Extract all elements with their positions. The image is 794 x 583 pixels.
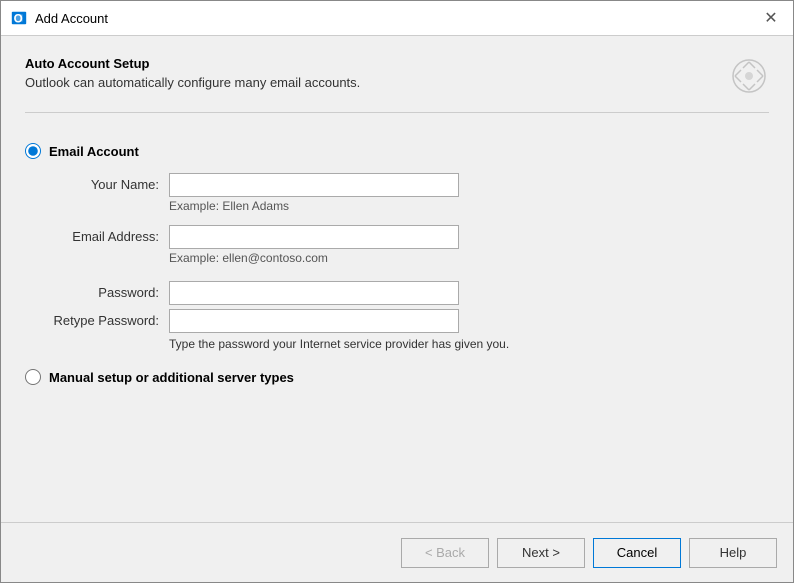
password-note: Type the password your Internet service … (169, 337, 769, 351)
your-name-input[interactable] (169, 173, 459, 197)
next-button[interactable]: Next > (497, 538, 585, 568)
email-address-label: Email Address: (49, 225, 169, 244)
retype-password-label: Retype Password: (49, 309, 169, 328)
your-name-row: Your Name: Example: Ellen Adams (49, 173, 769, 221)
wizard-icon (729, 56, 769, 96)
password-label: Password: (49, 281, 169, 300)
email-account-radio-label[interactable]: Email Account (25, 143, 769, 159)
retype-password-input[interactable] (169, 309, 459, 333)
dialog-title: Add Account (35, 11, 108, 26)
auto-setup-text: Auto Account Setup Outlook can automatic… (25, 56, 360, 90)
dialog-footer: < Back Next > Cancel Help (1, 522, 793, 582)
email-address-row: Email Address: Example: ellen@contoso.co… (49, 225, 769, 273)
form-fields: Your Name: Example: Ellen Adams Email Ad… (49, 173, 769, 351)
retype-password-row: Retype Password: (49, 309, 769, 333)
outlook-icon: O (9, 8, 29, 28)
help-button[interactable]: Help (689, 538, 777, 568)
manual-setup-row: Manual setup or additional server types (25, 369, 769, 385)
options-section: Email Account Your Name: Example: Ellen … (25, 133, 769, 522)
retype-password-col (169, 309, 459, 333)
close-button[interactable]: ✕ (757, 4, 785, 32)
email-address-col: Example: ellen@contoso.com (169, 225, 459, 273)
auto-setup-subtext: Outlook can automatically configure many… (25, 75, 360, 90)
password-input[interactable] (169, 281, 459, 305)
email-account-radio[interactable] (25, 143, 41, 159)
email-account-label: Email Account (49, 144, 139, 159)
title-bar-left: O Add Account (9, 8, 108, 28)
your-name-example: Example: Ellen Adams (169, 199, 459, 213)
email-address-input[interactable] (169, 225, 459, 249)
email-account-group: Email Account Your Name: Example: Ellen … (25, 143, 769, 351)
your-name-label: Your Name: (49, 173, 169, 192)
password-col (169, 281, 459, 305)
manual-setup-radio[interactable] (25, 369, 41, 385)
back-button[interactable]: < Back (401, 538, 489, 568)
auto-setup-heading: Auto Account Setup (25, 56, 360, 71)
title-bar: O Add Account ✕ (1, 1, 793, 36)
add-account-dialog: O Add Account ✕ Auto Account Setup Outlo… (0, 0, 794, 583)
auto-setup-section: Auto Account Setup Outlook can automatic… (25, 56, 769, 113)
your-name-col: Example: Ellen Adams (169, 173, 459, 221)
dialog-body: Auto Account Setup Outlook can automatic… (1, 36, 793, 522)
email-address-example: Example: ellen@contoso.com (169, 251, 459, 265)
cancel-button[interactable]: Cancel (593, 538, 681, 568)
password-row: Password: (49, 281, 769, 305)
manual-setup-label[interactable]: Manual setup or additional server types (49, 370, 294, 385)
svg-text:O: O (14, 13, 23, 26)
